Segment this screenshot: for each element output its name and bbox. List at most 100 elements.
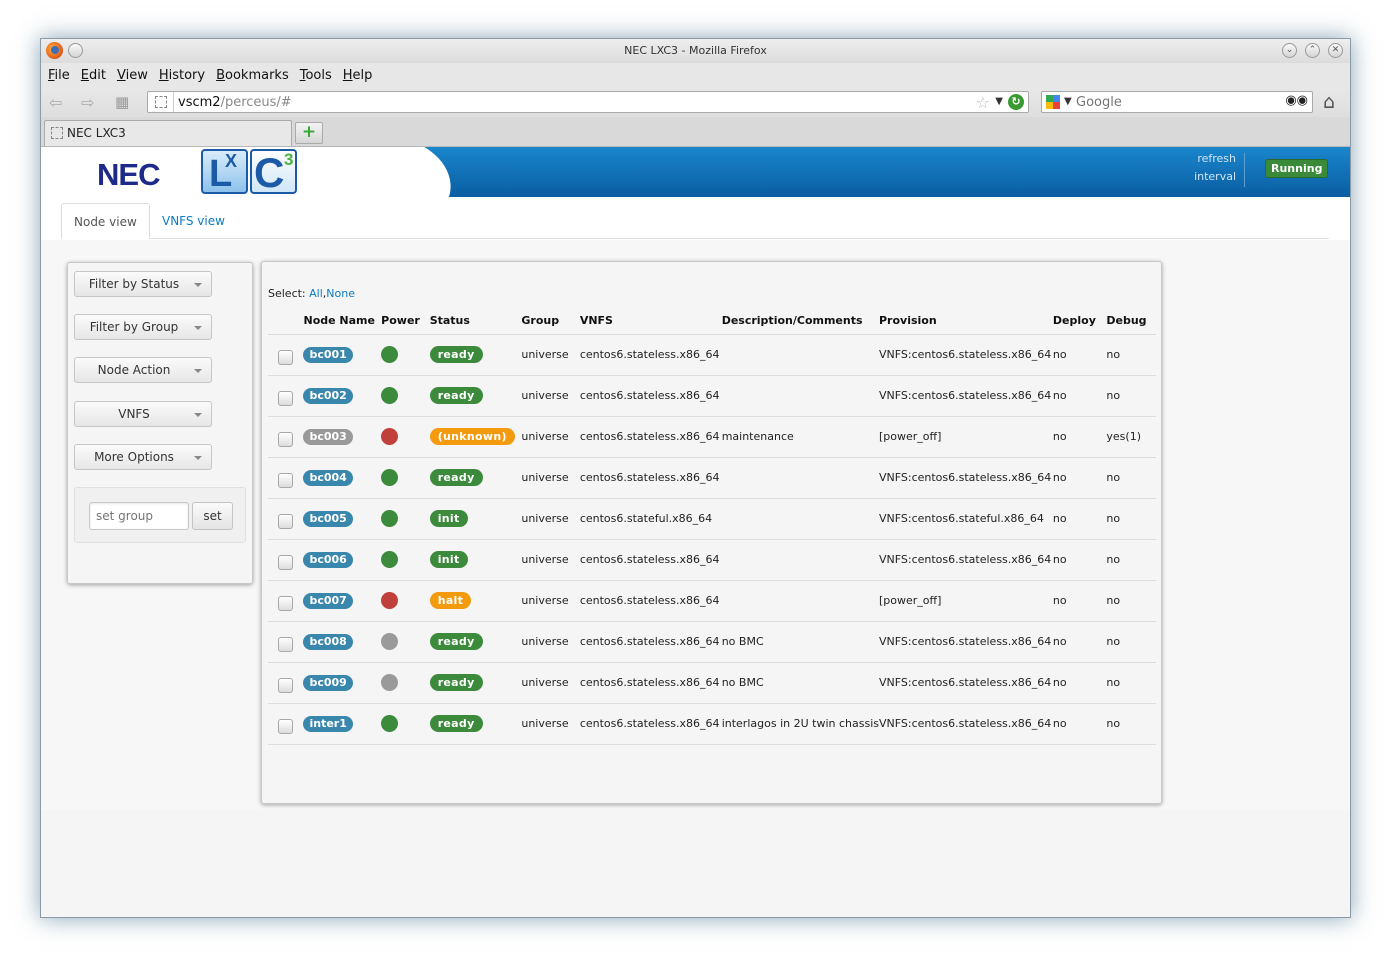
filter-by-group-button[interactable]: Filter by Group	[74, 314, 212, 340]
more-options-button[interactable]: More Options	[74, 444, 212, 470]
menu-bookmarks[interactable]: Bookmarks	[216, 68, 289, 83]
running-status-badge[interactable]: Running	[1265, 159, 1329, 178]
minimize-icon[interactable]: ⌄	[1282, 43, 1297, 58]
maximize-icon[interactable]: ⌃	[1305, 43, 1320, 58]
table-row[interactable]: inter1 ready universe centos6.stateless.x86…	[268, 702, 1156, 744]
back-icon[interactable]: ⇦	[49, 93, 62, 112]
power-indicator-icon	[381, 592, 399, 609]
table-row[interactable]: bc002 ready universe centos6.stateless.x86_…	[268, 374, 1156, 416]
node-name-badge[interactable]: bc005	[303, 510, 353, 527]
tab-strip: NEC LXC3 +	[41, 117, 1350, 147]
search-bar[interactable]: ▼ ◉◉	[1041, 91, 1313, 113]
status-badge: ready	[429, 633, 483, 650]
node-name-badge[interactable]: bc004	[303, 469, 353, 486]
row-checkbox[interactable]	[278, 636, 293, 652]
bookmark-star-icon[interactable]: ☆	[976, 93, 990, 112]
page-content: NEC L X C 3 refresh interval Running Nod…	[41, 147, 1350, 917]
row-checkbox[interactable]	[278, 472, 293, 488]
power-indicator-icon	[381, 633, 399, 650]
reload-icon[interactable]: ↻	[1008, 94, 1024, 110]
provision-cell: VNFS:centos6.stateless.x86_64	[879, 333, 1053, 375]
site-identity-icon[interactable]	[155, 96, 167, 108]
row-checkbox[interactable]	[278, 677, 293, 693]
vnfs-cell: centos6.stateless.x86_64	[579, 333, 722, 375]
header-deploy[interactable]: Deploy	[1053, 302, 1106, 334]
menu-help[interactable]: Help	[343, 68, 373, 83]
filter-by-status-button[interactable]: Filter by Status	[74, 271, 212, 297]
status-badge: ready	[429, 346, 483, 363]
debug-cell: no	[1106, 333, 1156, 375]
debug-cell: yes(1)	[1106, 415, 1156, 457]
nec-logo: NEC	[97, 157, 160, 192]
table-row[interactable]: bc005 init universe centos6.stateful.x86_64…	[268, 497, 1156, 539]
binoculars-icon[interactable]: ◉◉	[1285, 93, 1308, 108]
menu-tools[interactable]: Tools	[300, 68, 332, 83]
new-tab-button[interactable]: +	[295, 122, 323, 144]
chevron-down-icon[interactable]: ▼	[995, 96, 1003, 107]
header-power[interactable]: Power	[381, 302, 430, 334]
node-name-badge[interactable]: bc002	[303, 387, 353, 404]
browser-window: NEC LXC3 - Mozilla Firefox ⌄ ⌃ ✕ File Ed…	[40, 38, 1351, 918]
home-icon[interactable]: ⌂	[1323, 91, 1335, 113]
header-status[interactable]: Status	[430, 302, 522, 334]
provision-cell: VNFS:centos6.stateless.x86_64	[879, 702, 1053, 744]
provision-cell: [power_off]	[879, 579, 1053, 621]
row-checkbox[interactable]	[278, 718, 293, 734]
close-icon[interactable]: ✕	[1328, 43, 1343, 58]
header-debug[interactable]: Debug	[1106, 302, 1156, 334]
vnfs-cell: centos6.stateless.x86_64	[579, 620, 722, 662]
browser-tab[interactable]: NEC LXC3	[44, 120, 292, 146]
node-name-badge[interactable]: inter1	[303, 715, 353, 732]
table-row[interactable]: bc007 halt universe centos6.stateless.x86_6…	[268, 579, 1156, 621]
select-all-link[interactable]: All	[309, 287, 323, 300]
row-checkbox[interactable]	[278, 349, 293, 365]
node-name-badge[interactable]: bc007	[303, 592, 353, 609]
header-node-name[interactable]: Node Name	[303, 302, 381, 334]
node-name-badge[interactable]: bc009	[303, 674, 353, 691]
node-name-badge[interactable]: bc003	[303, 428, 353, 445]
menu-edit[interactable]: Edit	[81, 68, 106, 83]
node-name-badge[interactable]: bc008	[303, 633, 353, 650]
header-provision[interactable]: Provision	[879, 302, 1053, 334]
node-action-button[interactable]: Node Action	[74, 357, 212, 383]
navigation-bar: ⇦ ⇨ ▦ vscm2/perceus/# ☆ ▼ ↻ ▼ ◉◉ ⌂	[41, 87, 1350, 117]
set-group-input[interactable]	[89, 502, 189, 530]
table-row[interactable]: bc008 ready universe centos6.stateless.x86_…	[268, 620, 1156, 662]
forward-icon[interactable]: ⇨	[81, 93, 94, 112]
url-text[interactable]: vscm2/perceus/#	[178, 95, 292, 110]
menu-view[interactable]: View	[117, 68, 148, 83]
menu-history[interactable]: History	[159, 68, 205, 83]
url-bar[interactable]: vscm2/perceus/# ☆ ▼ ↻	[147, 91, 1029, 113]
table-row[interactable]: bc003 (unknown) universe centos6.stateless.…	[268, 415, 1156, 457]
header-description[interactable]: Description/Comments	[722, 302, 879, 334]
deploy-cell: no	[1052, 497, 1107, 539]
row-checkbox[interactable]	[278, 554, 293, 570]
table-row[interactable]: bc004 ready universe centos6.stateless.x86_…	[268, 456, 1156, 498]
row-checkbox[interactable]	[278, 595, 293, 611]
header-group[interactable]: Group	[521, 302, 579, 334]
search-engine-chevron-icon[interactable]: ▼	[1064, 96, 1072, 107]
select-none-link[interactable]: None	[326, 287, 355, 300]
grid-icon[interactable]: ▦	[115, 93, 129, 111]
menu-file[interactable]: File	[48, 68, 70, 83]
row-checkbox[interactable]	[278, 390, 293, 406]
header-vnfs[interactable]: VNFS	[580, 302, 722, 334]
set-group-button[interactable]: set	[192, 502, 233, 530]
node-name-badge[interactable]: bc001	[303, 346, 353, 363]
table-row[interactable]: bc001 ready universe centos6.stateless.x86_…	[268, 333, 1156, 375]
google-icon[interactable]	[1046, 95, 1060, 109]
group-cell: universe	[521, 497, 580, 539]
description-cell: no BMC	[721, 620, 879, 662]
tab-vnfs-view[interactable]: VNFS view	[150, 203, 237, 239]
refresh-interval-label[interactable]: refresh interval	[1191, 150, 1236, 186]
vnfs-button[interactable]: VNFS	[74, 401, 212, 427]
row-checkbox[interactable]	[278, 431, 293, 447]
table-row[interactable]: bc006 init universe centos6.stateless.x86_6…	[268, 538, 1156, 580]
node-name-badge[interactable]: bc006	[303, 551, 353, 568]
table-row[interactable]: bc009 ready universe centos6.stateless.x86_…	[268, 661, 1156, 703]
deploy-cell: no	[1052, 374, 1107, 416]
search-input[interactable]	[1076, 93, 1276, 111]
status-badge: ready	[429, 715, 483, 732]
row-checkbox[interactable]	[278, 513, 293, 529]
tab-node-view[interactable]: Node view	[61, 203, 150, 239]
